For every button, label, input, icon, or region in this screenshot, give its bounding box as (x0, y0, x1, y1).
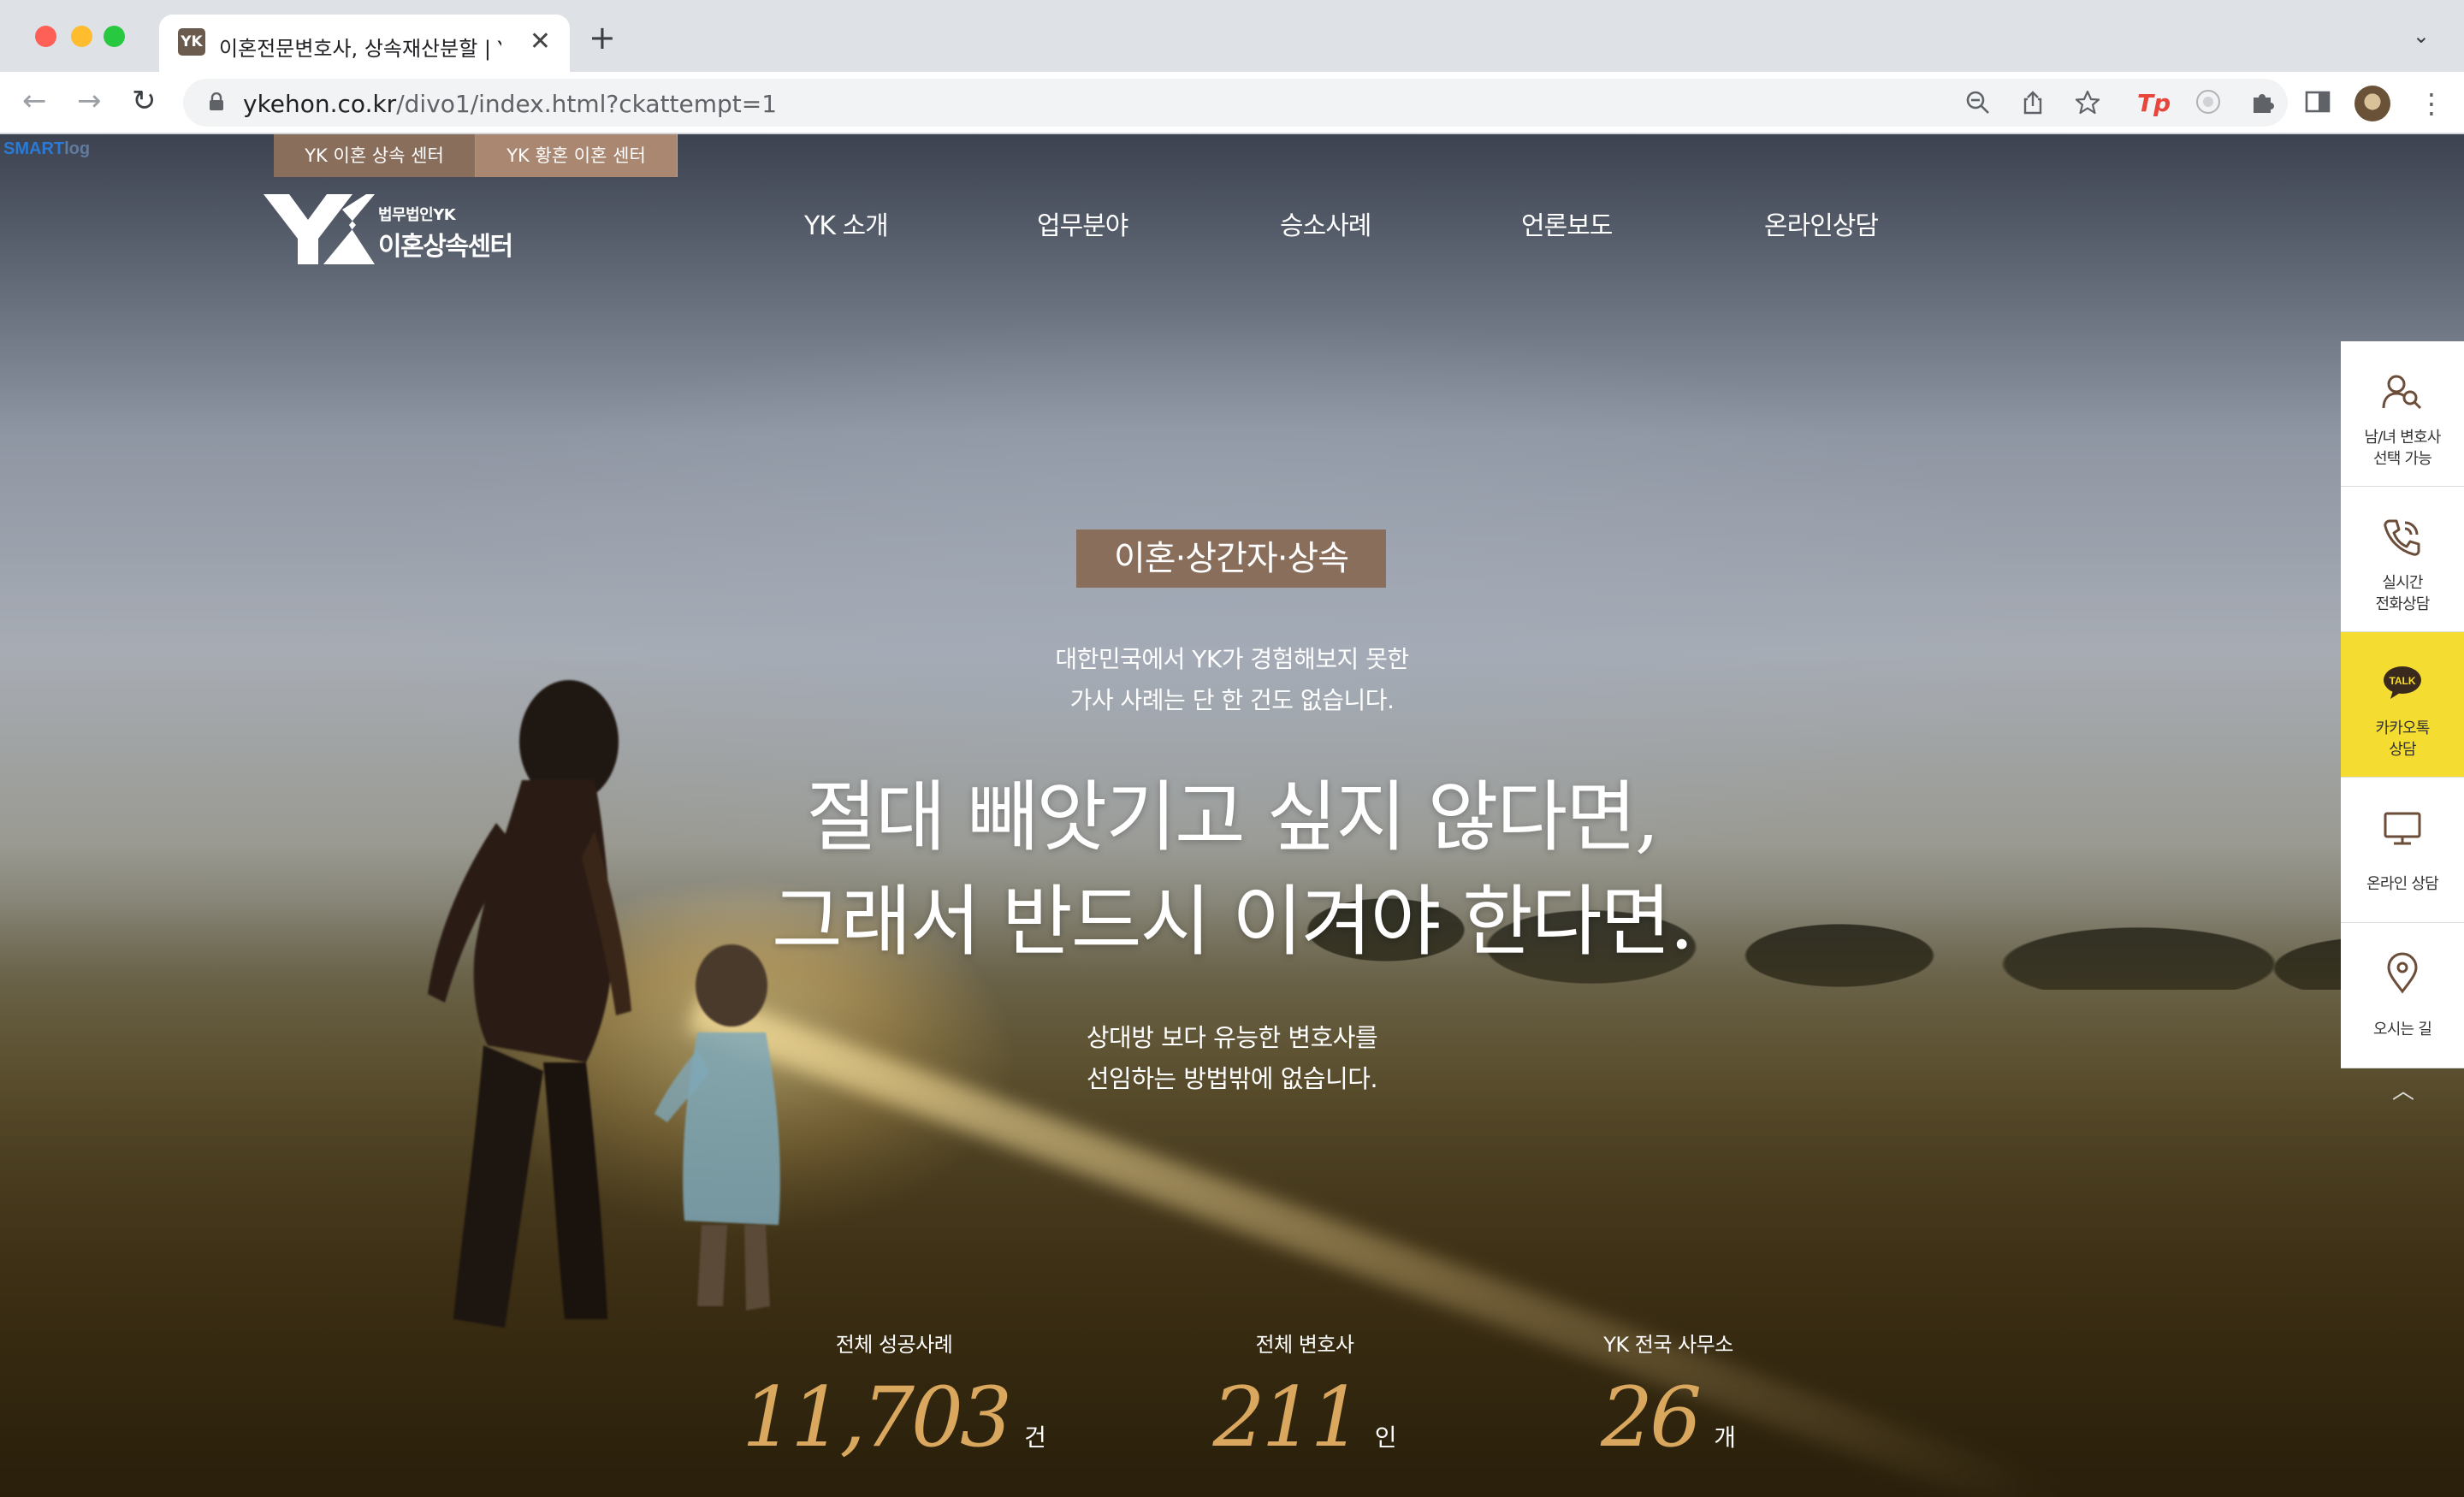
center-switch-tabs: YK 이혼 상속 센터 YK 황혼 이혼 센터 (274, 134, 678, 177)
url-host: ykehon.co.kr (243, 90, 397, 118)
stat-value: 11,703 (742, 1370, 1012, 1465)
hero-subtext: 상대방 보다 유능한 변호사를 선임하는 방법밖에 없습니다. (890, 1017, 1574, 1099)
stat-lawyers: 전체 변호사 211 인 (1125, 1328, 1484, 1465)
hero-headline-line: 그래서 반드시 이겨야 한다면. (771, 877, 1694, 967)
side-panel-icon[interactable] (2303, 87, 2332, 116)
quick-label: 카카오톡상담 (2341, 718, 2464, 760)
stat-label: 전체 성공사례 (835, 1333, 953, 1357)
quick-directions[interactable]: 오시는 길 (2341, 923, 2464, 1068)
stat-offices: YK 전국 사무소 26 개 (1489, 1328, 1848, 1465)
stat-unit: 건 (1024, 1423, 1046, 1452)
quick-label: 오시는 길 (2373, 1021, 2432, 1038)
nav-item-online-consult[interactable]: 온라인상담 (1764, 204, 1879, 242)
smartlog-badge-text: SMART (3, 139, 65, 158)
stat-unit: 인 (1374, 1423, 1397, 1452)
monitor-icon (2384, 812, 2421, 845)
stat-value: 211 (1212, 1370, 1363, 1465)
share-icon[interactable] (2019, 89, 2046, 116)
stat-label: YK 전국 사무소 (1603, 1333, 1733, 1357)
quick-label-line: 선택 가능 (2373, 450, 2432, 468)
main-navigation: YK 소개 업무분야 승소사례 언론보도 온라인상담 (0, 194, 2464, 246)
hero-intro-text: 대한민국에서 YK가 경험해보지 못한 가사 사례는 단 한 건도 없습니다. (890, 639, 1574, 721)
bookmark-star-icon[interactable] (2074, 89, 2101, 116)
quick-label-line: 실시간 (2382, 574, 2423, 592)
hero-intro-line: 대한민국에서 YK가 경험해보지 못한 (1055, 645, 1409, 673)
browser-tab-active[interactable]: YK 이혼전문변호사, 상속재산분할 | YK ✕ (159, 15, 570, 72)
phone-icon (2384, 519, 2420, 556)
nav-item-about[interactable]: YK 소개 (804, 204, 889, 242)
quick-label-line: 남/녀 변호사 (2364, 429, 2442, 447)
menu-icon[interactable]: ⋮ (2418, 87, 2445, 120)
stat-value: 26 (1601, 1370, 1702, 1465)
hero-headline: 절대 빼앗기고 싶지 않다면, 그래서 반드시 이겨야 한다면. (548, 766, 1916, 974)
new-tab-icon[interactable]: + (589, 21, 616, 55)
website-viewport: SMARTlog YK 이혼 상속 센터 YK 황혼 이혼 센터 법무법인YK … (0, 134, 2464, 1497)
quick-online-consult[interactable]: 온라인 상담 (2341, 778, 2464, 923)
close-window-button[interactable] (35, 26, 56, 47)
quick-menu: 남/녀 변호사 선택 가능 실시간 전화상담 TALK 카카오톡 상담 온라인 … (2341, 341, 2464, 1068)
quick-label-line: 카카오톡 (2375, 719, 2430, 737)
profile-avatar[interactable] (2354, 86, 2390, 121)
browser-tab-bar: YK 이혼전문변호사, 상속재산분할 | YK ✕ + ⌄ (0, 0, 2464, 72)
tab-silver-divorce-center[interactable]: YK 황혼 이혼 센터 (476, 134, 678, 177)
forward-arrow-icon[interactable]: → (77, 84, 102, 118)
nav-item-success-cases[interactable]: 승소사례 (1280, 204, 1371, 242)
quick-label: 남/녀 변호사선택 가능 (2341, 427, 2464, 470)
lock-icon[interactable] (209, 92, 224, 111)
stat-label: 전체 변호사 (1255, 1333, 1354, 1357)
nav-item-press[interactable]: 언론보도 (1521, 204, 1613, 242)
maximize-window-button[interactable] (104, 26, 125, 47)
stat-unit: 개 (1714, 1423, 1736, 1452)
back-arrow-icon[interactable]: ← (22, 84, 47, 118)
hero-child-silhouette (654, 944, 780, 1311)
address-bar[interactable]: ykehon.co.kr/divo1/index.html?ckattempt=… (183, 79, 2288, 127)
hero-subtext-line: 상대방 보다 유능한 변호사를 (1086, 1023, 1378, 1052)
tp-extension-icon[interactable]: Tp (2137, 89, 2171, 117)
hero-intro-line: 가사 사례는 단 한 건도 없습니다. (1069, 686, 1395, 714)
smartlog-badge-suffix: log (64, 139, 91, 158)
nav-item-practice-areas[interactable]: 업무분야 (1037, 204, 1128, 242)
scroll-to-top-icon[interactable]: ︿ (2392, 1074, 2414, 1105)
hero-category-tag: 이혼·상간자·상속 (1076, 530, 1386, 588)
url-path: /divo1/index.html?ckattempt=1 (396, 90, 778, 118)
quick-lawyer-select[interactable]: 남/녀 변호사선택 가능 (2341, 341, 2464, 487)
kakao-talk-icon: TALK (2384, 666, 2421, 699)
tab-title: 이혼전문변호사, 상속재산분할 | YK (219, 37, 501, 61)
smartlog-badge: SMARTlog (3, 139, 90, 159)
quick-kakao-consult[interactable]: TALK 카카오톡상담 (2341, 632, 2464, 778)
site-favicon-icon: YK (178, 28, 205, 56)
stats-section: 전체 성공사례 11,703 건 전체 변호사 211 인 YK 전국 사무소 26… (0, 1328, 2464, 1482)
quick-label: 온라인 상담 (2366, 875, 2439, 893)
hero-subtext-line: 선임하는 방법밖에 없습니다. (1086, 1064, 1378, 1093)
quick-label: 실시간전화상담 (2341, 572, 2464, 615)
hero-headline-line: 절대 빼앗기고 싶지 않다면, (806, 772, 1659, 862)
quick-phone-consult[interactable]: 실시간전화상담 (2341, 487, 2464, 632)
lawyer-search-icon (2382, 375, 2422, 410)
quick-label-line: 상담 (2389, 741, 2416, 759)
reload-icon[interactable]: ↻ (132, 84, 157, 118)
browser-toolbar: ← → ↻ ykehon.co.kr/divo1/index.html?ckat… (0, 72, 2464, 133)
map-pin-icon (2387, 952, 2418, 994)
stat-success-cases: 전체 성공사례 11,703 건 (714, 1328, 1074, 1465)
puzzle-icon[interactable] (2248, 87, 2277, 116)
minimize-window-button[interactable] (71, 26, 92, 47)
zoom-out-icon[interactable] (1964, 89, 1992, 116)
kakao-talk-text: TALK (2389, 675, 2415, 687)
quick-label-line: 전화상담 (2375, 595, 2430, 613)
tab-close-icon[interactable]: ✕ (530, 27, 551, 57)
tab-divorce-inheritance-center[interactable]: YK 이혼 상속 센터 (274, 134, 476, 177)
extension-icon[interactable] (2194, 87, 2223, 116)
tab-search-chevron-icon[interactable]: ⌄ (2413, 24, 2430, 48)
url-text[interactable]: ykehon.co.kr/divo1/index.html?ckattempt=… (243, 90, 777, 118)
